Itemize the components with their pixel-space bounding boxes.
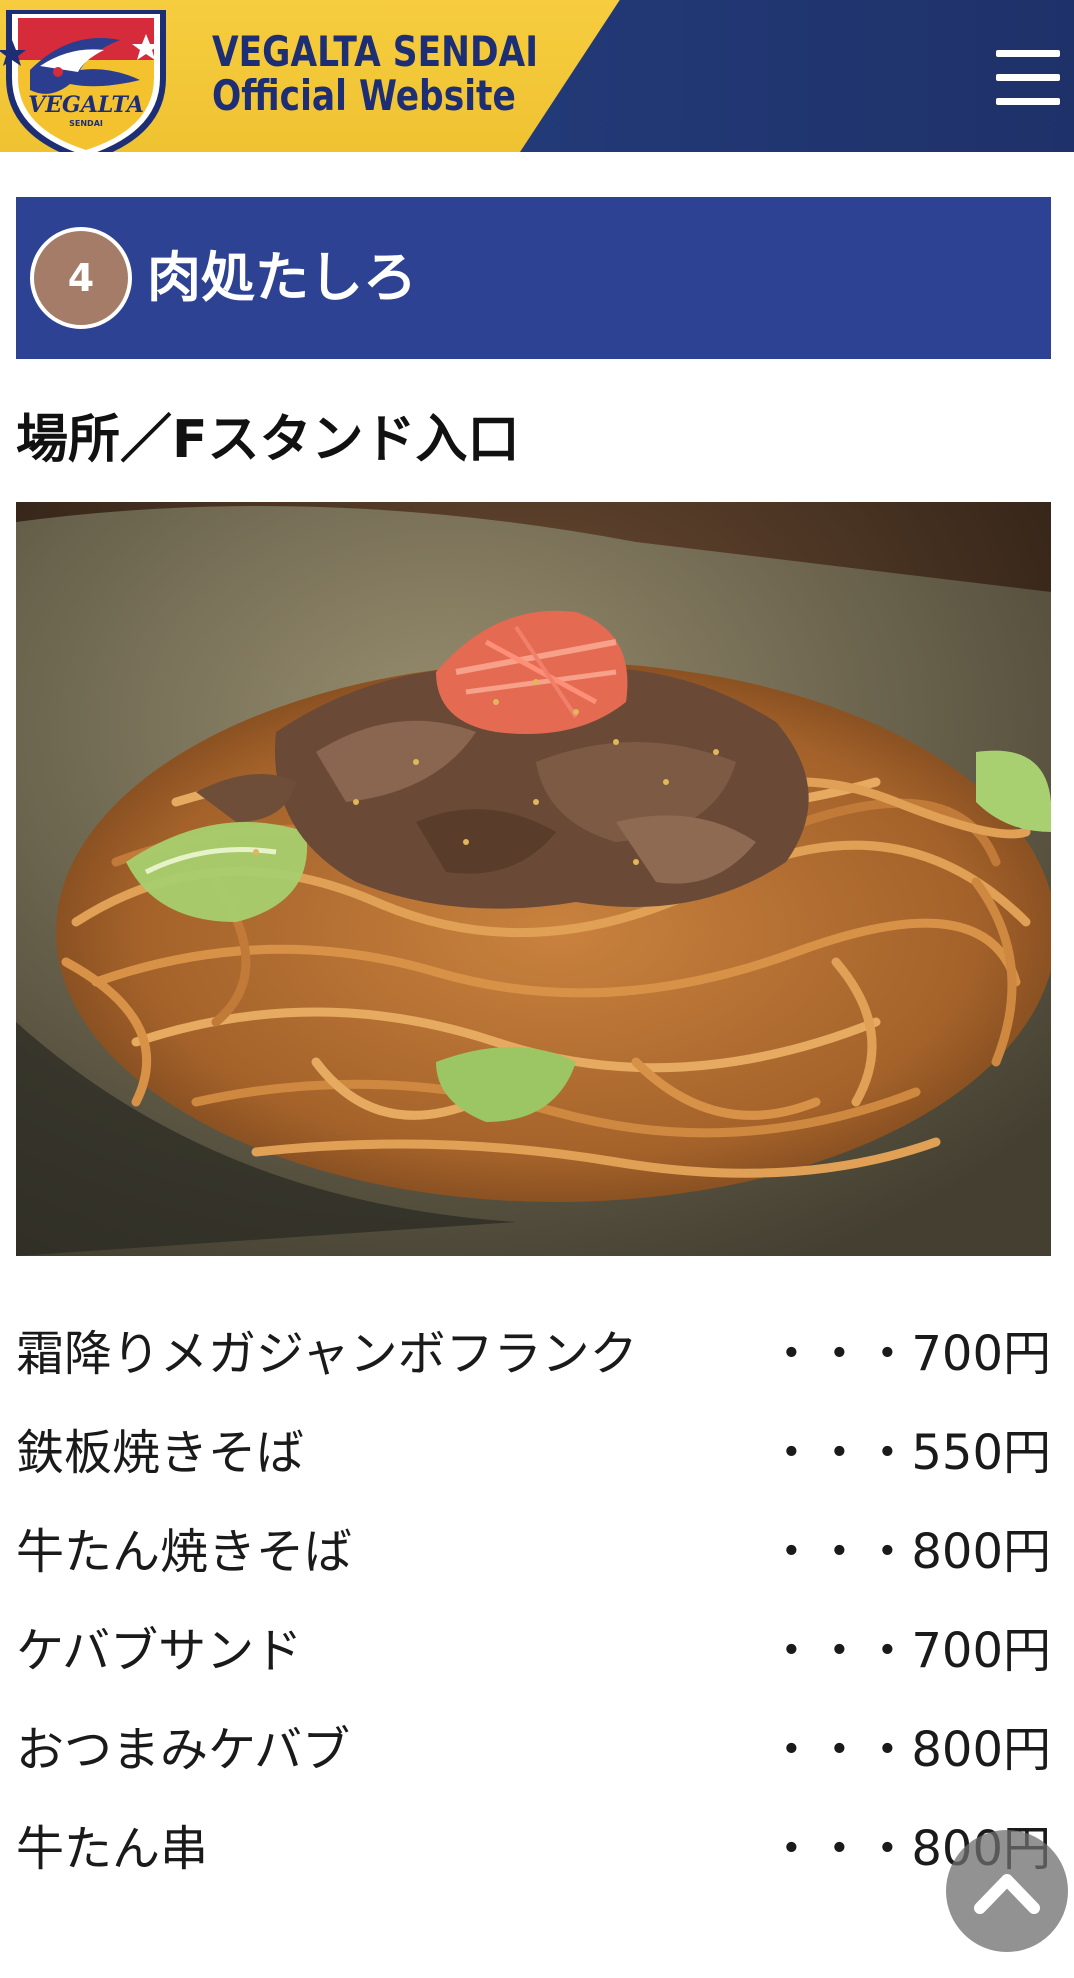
- site-title-line2: Official Website: [212, 71, 516, 121]
- menu-item: おつまみケバブ ・・・800円: [16, 1706, 1051, 1805]
- menu-item-price: ・・・550円: [767, 1425, 1051, 1481]
- chevron-up-icon: [974, 1874, 1040, 1914]
- menu-list: 霜降りメガジャンボフランク ・・・700円 鉄板焼きそば ・・・550円 牛たん…: [16, 1310, 1051, 1904]
- club-logo[interactable]: VEGALTA SENDAI: [0, 0, 172, 152]
- menu-item-name: 牛たん焼きそば: [16, 1524, 353, 1580]
- menu-bar: [996, 74, 1060, 81]
- menu-item: 牛たん串 ・・・800円: [16, 1805, 1051, 1904]
- site-title[interactable]: VEGALTA SENDAI Official Website: [212, 27, 539, 121]
- back-to-top-button[interactable]: [946, 1830, 1068, 1952]
- shop-banner: 4 肉処たしろ: [16, 197, 1051, 359]
- shop-location: 場所／Fスタンド入口: [16, 410, 520, 470]
- menu-item: 牛たん焼きそば ・・・800円: [16, 1508, 1051, 1607]
- menu-item-price: ・・・800円: [767, 1524, 1051, 1580]
- menu-item-price: ・・・800円: [767, 1722, 1051, 1778]
- menu-bar: [996, 50, 1060, 57]
- menu-bar: [996, 98, 1060, 105]
- yakisoba-photo: [16, 502, 1051, 1256]
- site-header: VEGALTA SENDAI VEGALTA SENDAI Official W…: [0, 0, 1074, 152]
- hamburger-menu-icon[interactable]: [996, 50, 1064, 106]
- menu-item: ケバブサンド ・・・700円: [16, 1607, 1051, 1706]
- menu-item-price: ・・・700円: [767, 1623, 1051, 1679]
- menu-item-name: ケバブサンド: [16, 1623, 303, 1679]
- logo-subtext: SENDAI: [69, 119, 103, 128]
- menu-item-name: おつまみケバブ: [16, 1722, 351, 1778]
- shop-name: 肉処たしろ: [147, 246, 417, 309]
- menu-item: 霜降りメガジャンボフランク ・・・700円: [16, 1310, 1051, 1409]
- menu-item-name: 牛たん串: [16, 1821, 209, 1877]
- menu-item-name: 鉄板焼きそば: [16, 1425, 305, 1481]
- logo-wordmark: VEGALTA: [28, 92, 144, 118]
- shop-number-badge: 4: [30, 227, 132, 329]
- site-title-line1: VEGALTA SENDAI: [212, 27, 539, 76]
- menu-item-price: ・・・700円: [767, 1326, 1051, 1382]
- page: VEGALTA SENDAI VEGALTA SENDAI Official W…: [0, 0, 1074, 1978]
- menu-item-name: 霜降りメガジャンボフランク: [16, 1326, 638, 1382]
- menu-item: 鉄板焼きそば ・・・550円: [16, 1409, 1051, 1508]
